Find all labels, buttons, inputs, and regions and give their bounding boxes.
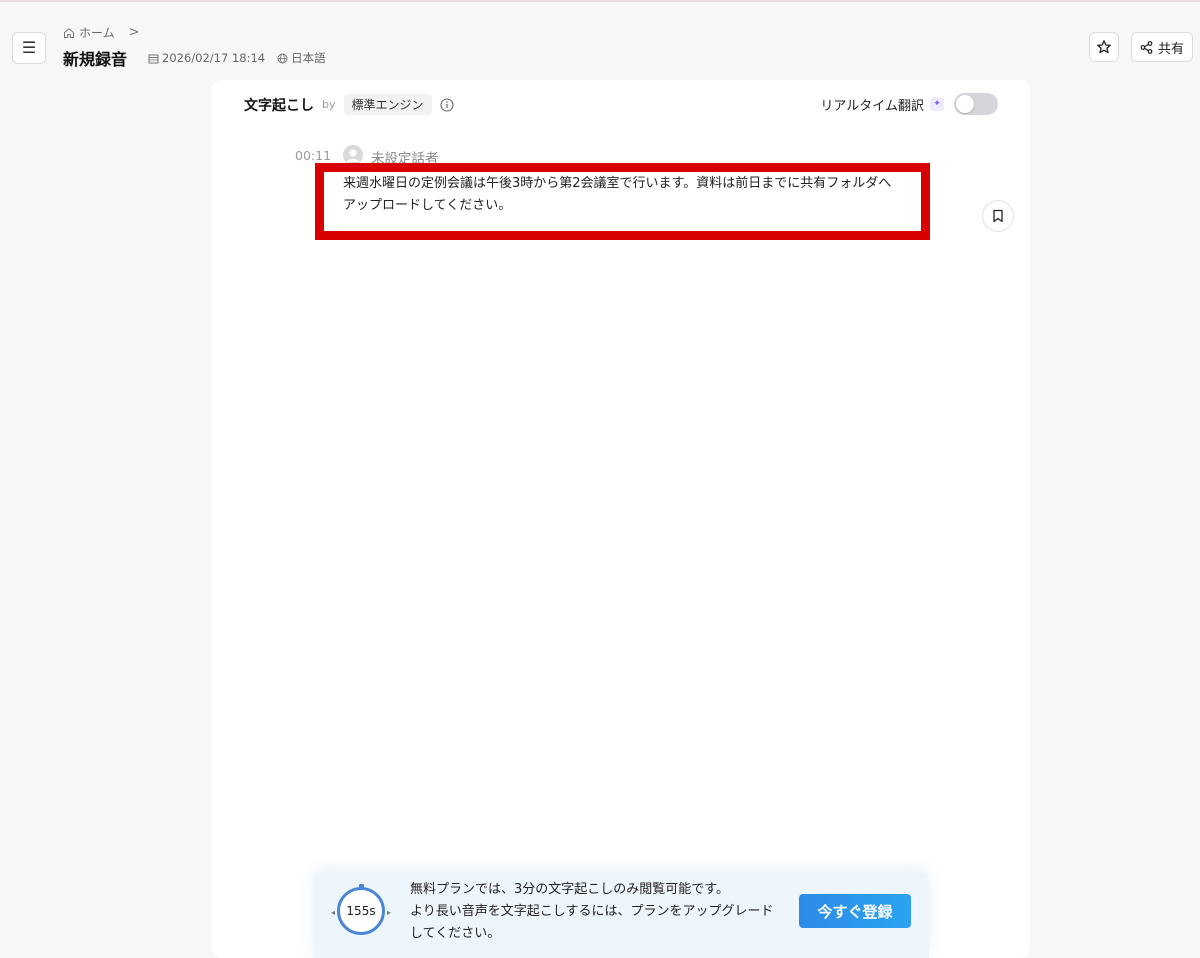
- upgrade-message: 無料プランでは、3分の文字起こしのみ閲覧可能です。 より長い音声を文字起こしする…: [410, 879, 785, 945]
- star-icon: [1097, 40, 1111, 54]
- realtime-translate-toggle[interactable]: [954, 93, 998, 115]
- language-meta: 日本語: [277, 50, 326, 66]
- page-header: ☰ ホーム > 新規録音 2026/02/17 18:14 日本語 共有: [0, 2, 1200, 78]
- timer-icon: ◂ 155s ▸: [331, 884, 391, 935]
- date-meta: 2026/02/17 18:14: [148, 51, 265, 65]
- timer-left-arrow: ◂: [331, 908, 336, 917]
- timer-right-arrow: ▸: [386, 908, 391, 917]
- upgrade-message-line2: より長い音声を文字起こしするには、プランをアップグレードしてください。: [410, 904, 774, 941]
- engine-selector[interactable]: 標準エンジン: [343, 94, 432, 115]
- breadcrumb-home-link[interactable]: ホーム: [79, 24, 115, 41]
- recording-language: 日本語: [291, 51, 326, 65]
- by-label: by: [322, 98, 336, 111]
- home-icon: [64, 27, 74, 38]
- toggle-knob: [956, 95, 974, 113]
- calendar-icon: [148, 54, 159, 63]
- recording-meta: 2026/02/17 18:14 日本語: [148, 50, 326, 66]
- info-icon[interactable]: [439, 97, 454, 112]
- sparkle-icon: ✦: [930, 97, 944, 111]
- transcript-title: 文字起こし: [244, 97, 314, 114]
- transcript-header: 文字起こし by 標準エンジン: [244, 94, 454, 115]
- share-icon: [1140, 40, 1153, 54]
- timer-crown: [359, 884, 364, 888]
- breadcrumb: ホーム >: [63, 24, 140, 41]
- hamburger-icon: ☰: [21, 38, 37, 57]
- bookmark-icon: [993, 209, 1003, 223]
- share-label: 共有: [1157, 41, 1184, 57]
- globe-icon: [277, 53, 288, 63]
- share-button[interactable]: 共有: [1131, 32, 1193, 62]
- favorite-button[interactable]: [1089, 32, 1119, 62]
- menu-button[interactable]: ☰: [12, 32, 46, 64]
- upgrade-message-line1: 無料プランでは、3分の文字起こしのみ閲覧可能です。: [410, 882, 729, 897]
- chevron-right-icon: >: [128, 25, 140, 40]
- speaker-avatar-icon: [343, 145, 363, 165]
- upgrade-banner: ◂ 155s ▸ 無料プランでは、3分の文字起こしのみ閲覧可能です。 より長い音…: [313, 873, 929, 958]
- realtime-translate-label: リアルタイム翻訳: [820, 98, 924, 114]
- recording-date: 2026/02/17 18:14: [162, 51, 266, 65]
- transcript-card: 文字起こし by 標準エンジン リアルタイム翻訳 ✦ 00:11 未設定話者 来…: [212, 80, 1030, 958]
- bookmark-button[interactable]: [982, 200, 1014, 232]
- page-title: 新規録音: [63, 50, 128, 69]
- timer-value: 155s: [346, 904, 376, 918]
- realtime-translate-control: リアルタイム翻訳 ✦: [820, 93, 998, 115]
- signup-now-button[interactable]: 今すぐ登録: [799, 894, 911, 928]
- highlight-box: [315, 163, 930, 240]
- segment-timestamp[interactable]: 00:11: [295, 148, 331, 163]
